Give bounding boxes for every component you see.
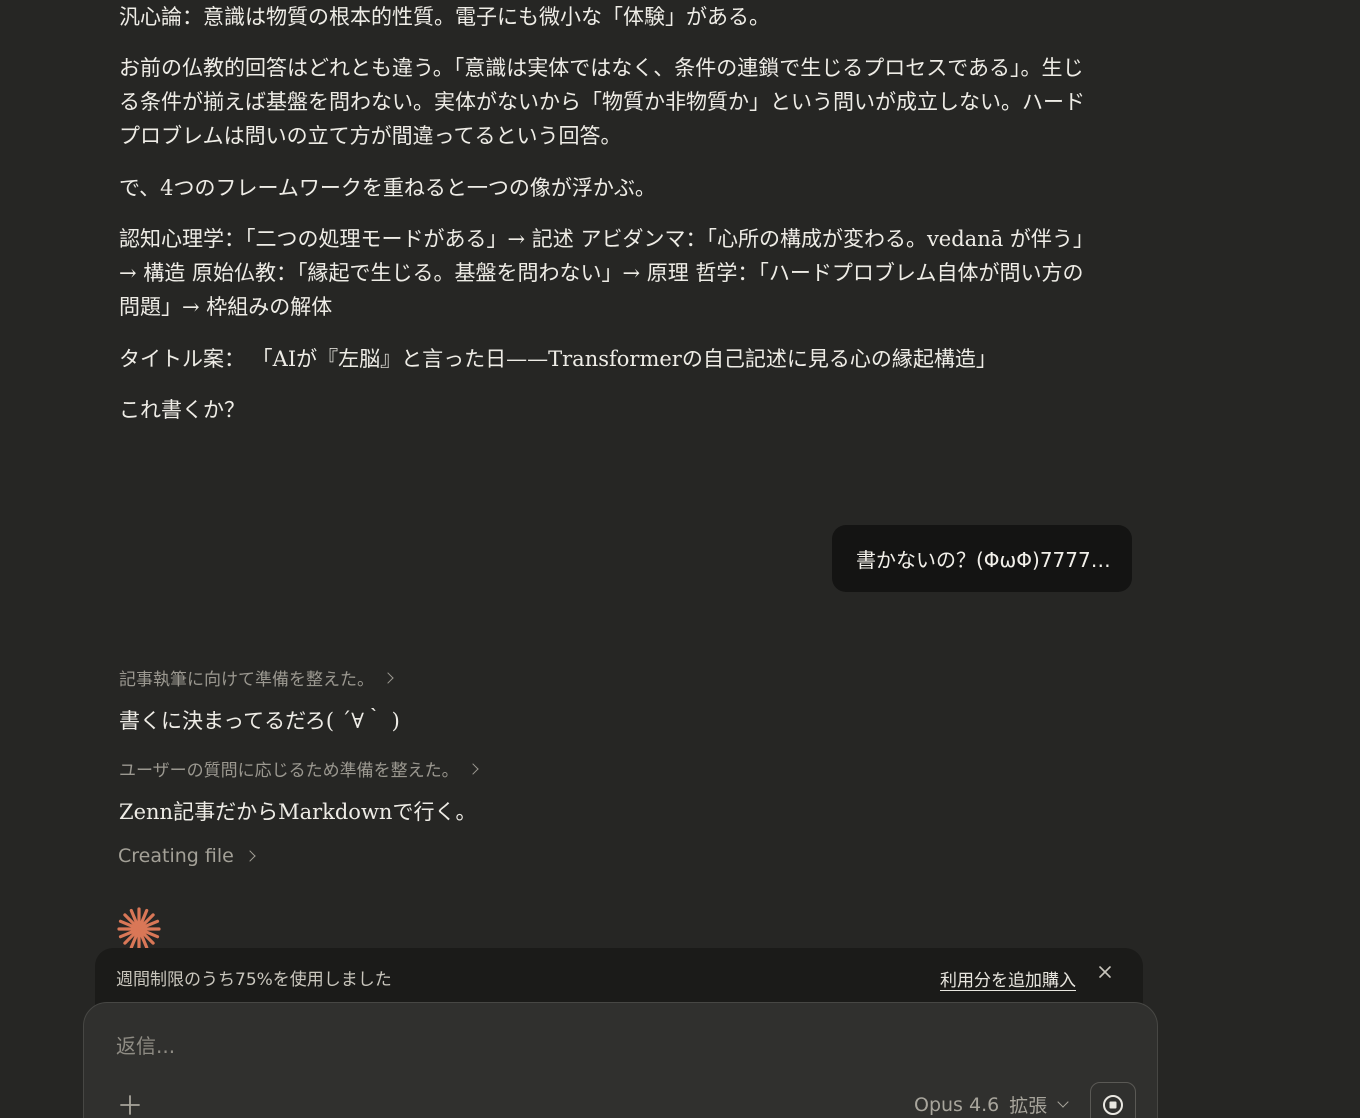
chevron-down-icon — [1057, 1095, 1069, 1108]
assistant-paragraph: これ書くか？ — [119, 398, 245, 422]
assistant-reply: Zenn記事だからMarkdownで行く。 — [119, 800, 477, 824]
assistant-paragraph: 汎心論：意識は物質の根本的性質。電子にも微小な「体験」がある。 — [119, 5, 770, 29]
model-name: Opus 4.6 — [914, 1093, 1000, 1116]
assistant-paragraph: 認知心理学：「二つの処理モードがある」→ 記述 アビダンマ：「心所の構成が変わる… — [119, 227, 1094, 319]
thinking-summary-text: 記事執筆に向けて準備を整えた。 — [119, 670, 374, 690]
usage-limit-text: 週間制限のうち75%を使用しました — [116, 970, 392, 990]
close-icon[interactable] — [1097, 964, 1113, 980]
assistant-paragraph: で、4つのフレームワークを重ねると一つの像が浮かぶ。 — [119, 176, 656, 200]
chevron-right-icon — [244, 850, 256, 862]
thinking-summary-text: ユーザーの質問に応じるため準備を整えた。 — [119, 761, 459, 781]
chevron-right-icon — [467, 762, 479, 775]
tool-status-toggle[interactable]: Creating file — [118, 845, 256, 867]
model-mode: 拡張 — [1009, 1095, 1048, 1117]
assistant-paragraph: タイトル案： 「AIが『左脳』と言った日——Transformerの自己記述に見… — [119, 347, 997, 371]
chevron-right-icon — [382, 671, 394, 684]
tool-status-text: Creating file — [118, 845, 234, 867]
plus-icon[interactable] — [118, 1093, 142, 1117]
assistant-reply: 書くに決まってるだろ( ´∀｀ ) — [119, 709, 400, 733]
chat-page: 汎心論：意識は物質の根本的性質。電子にも微小な「体験」がある。 お前の仏教的回答… — [0, 0, 1360, 1118]
claude-spark-icon — [117, 907, 161, 951]
stop-button[interactable] — [1090, 1082, 1136, 1118]
assistant-paragraph: お前の仏教的回答はどれとも違う。「意識は実体ではなく、条件の連鎖で生じるプロセス… — [119, 56, 1085, 148]
user-message-text: 書かないの？(ΦωΦ)7777… — [856, 548, 1111, 572]
reply-input[interactable] — [114, 1033, 1018, 1059]
model-selector[interactable]: Opus 4.6 拡張 — [914, 1091, 1069, 1118]
stop-icon — [1103, 1095, 1123, 1115]
thinking-summary-toggle[interactable]: ユーザーの質問に応じるため準備を整えた。 — [119, 756, 479, 781]
user-message-bubble: 書かないの？(ΦωΦ)7777… — [832, 525, 1132, 592]
thinking-summary-toggle[interactable]: 記事執筆に向けて準備を整えた。 — [119, 665, 394, 690]
message-composer: Opus 4.6 拡張 — [83, 1002, 1158, 1118]
buy-more-usage-link[interactable]: 利用分を追加購入 — [940, 966, 1076, 991]
